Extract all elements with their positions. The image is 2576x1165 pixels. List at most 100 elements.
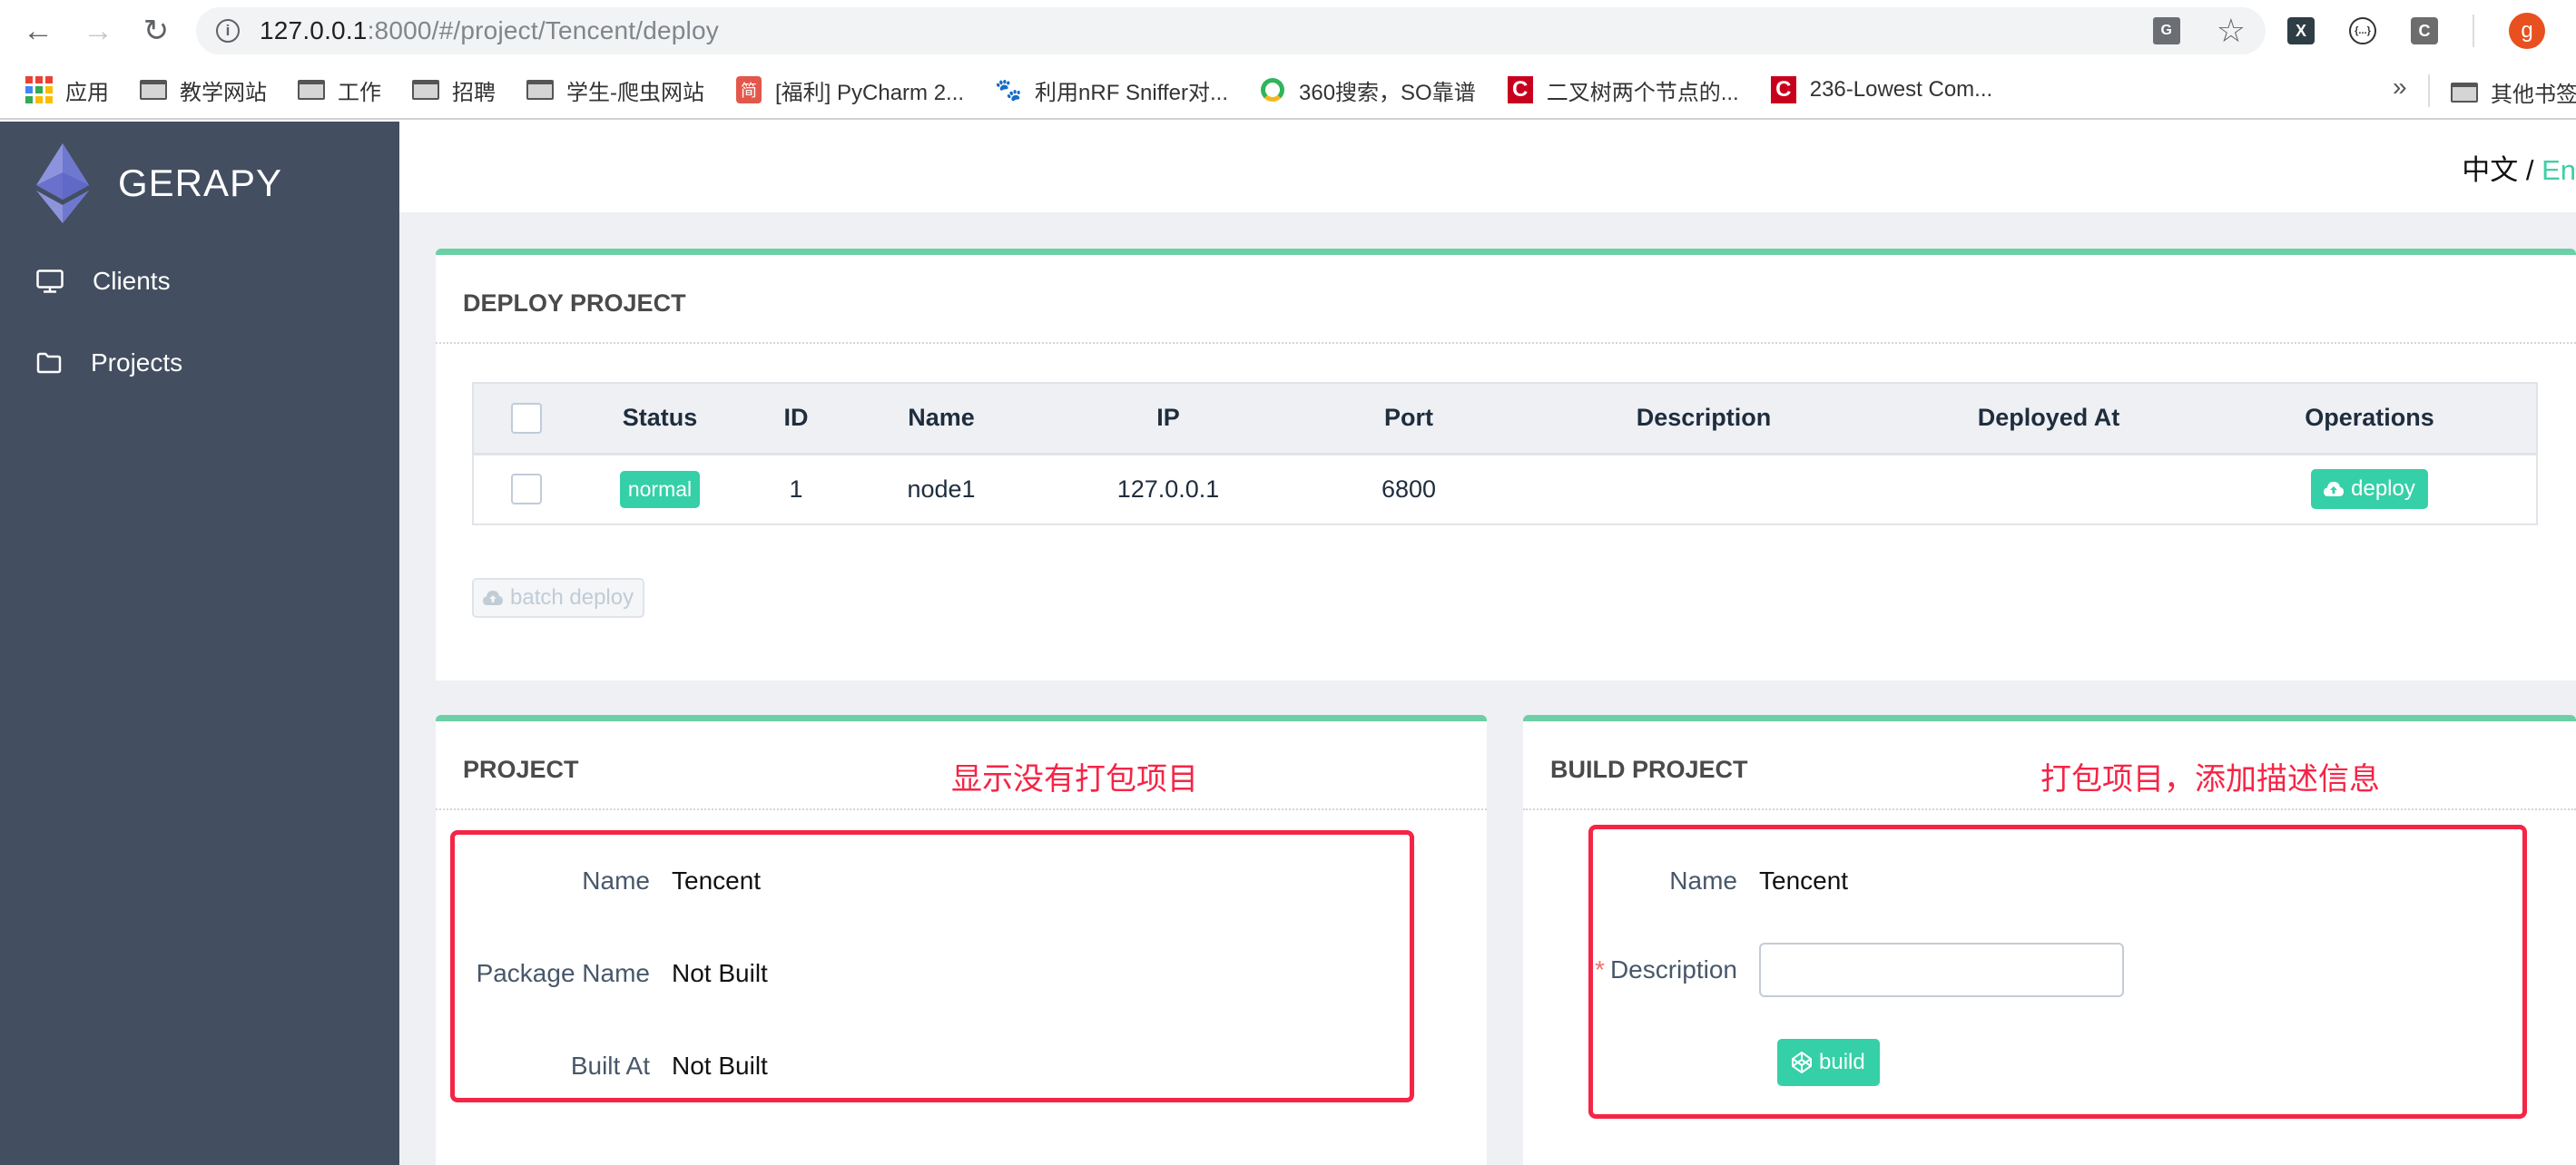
- bookmark-link[interactable]: 🐾 利用nRF Sniffer对...: [995, 74, 1228, 106]
- row-select-cell: [473, 454, 578, 524]
- project-name-row: Name Tencent: [582, 866, 762, 895]
- divider: [436, 808, 1487, 810]
- nodes-table: Status ID Name IP Port Description Deplo…: [472, 382, 2538, 525]
- other-bookmarks[interactable]: 其他书签: [2451, 76, 2576, 108]
- lang-zh-link[interactable]: 中文: [2462, 154, 2518, 186]
- bookmarks-bar: 应用 教学网站 工作 招聘 学生-爬虫网站 简 [福利] PyCharm 2...…: [0, 62, 2576, 120]
- table-header-row: Status ID Name IP Port Description Deplo…: [473, 383, 2537, 455]
- build-button[interactable]: build: [1777, 1039, 1880, 1086]
- reload-button[interactable]: ↻: [138, 13, 174, 49]
- column-header[interactable]: Name: [850, 383, 1032, 455]
- id-cell: 1: [789, 475, 803, 503]
- annotation-text: 显示没有打包项目: [951, 762, 1198, 797]
- build-project-card: BUILD PROJECT 打包项目，添加描述信息 Name Tencent *…: [1523, 715, 2576, 1165]
- description-input[interactable]: [1759, 943, 2124, 997]
- bookmark-link[interactable]: 简 [福利] PyCharm 2...: [735, 74, 964, 106]
- folder-icon: [298, 78, 325, 102]
- logo-text: GERAPY: [118, 162, 283, 204]
- csdn-icon: C: [1507, 76, 1534, 103]
- status-cell: normal: [578, 454, 742, 524]
- ethereum-logo-icon: [36, 143, 89, 223]
- bookmark-link[interactable]: C 236-Lowest Com...: [1770, 76, 1992, 103]
- bookmark-star-icon[interactable]: ☆: [2217, 15, 2246, 47]
- sidebar: GERAPY Clients Projects: [0, 122, 399, 1165]
- monitor-icon: [36, 269, 64, 293]
- select-all-cell: [473, 383, 578, 455]
- bookmark-folder[interactable]: 教学网站: [140, 74, 267, 106]
- column-header[interactable]: Deployed At: [1894, 383, 2203, 455]
- build-name-row: Name Tencent: [1669, 866, 1849, 895]
- port-cell: 6800: [1381, 475, 1437, 503]
- column-header[interactable]: Operations: [2203, 383, 2537, 455]
- status-badge: normal: [619, 470, 701, 508]
- bookmark-folder[interactable]: 招聘: [412, 74, 496, 106]
- column-header[interactable]: Status: [578, 383, 742, 455]
- card-title: BUILD PROJECT: [1550, 756, 1748, 783]
- extension-x-icon[interactable]: X: [2287, 17, 2315, 44]
- translate-icon[interactable]: G: [2152, 17, 2180, 44]
- folder-icon: [140, 78, 167, 102]
- card-title: PROJECT: [463, 756, 579, 783]
- deployed-at-cell: [1894, 454, 2203, 524]
- column-header[interactable]: Description: [1513, 383, 1894, 455]
- logo[interactable]: GERAPY: [36, 143, 282, 223]
- bookmark-apps[interactable]: 应用: [25, 74, 109, 106]
- csdn-icon: C: [1770, 76, 1797, 103]
- 360-search-icon: [1259, 78, 1286, 102]
- select-all-checkbox[interactable]: [510, 402, 542, 434]
- ip-cell: 127.0.0.1: [1116, 475, 1220, 503]
- name-cell: node1: [907, 475, 976, 503]
- folder-icon: [526, 78, 554, 102]
- jian-icon: 简: [735, 76, 762, 103]
- bookmark-folder[interactable]: 工作: [298, 74, 381, 106]
- row-checkbox[interactable]: [510, 474, 542, 505]
- column-header[interactable]: IP: [1032, 383, 1304, 455]
- extension-json-icon[interactable]: {...}: [2349, 17, 2376, 44]
- back-button[interactable]: ←: [20, 13, 56, 49]
- bookmark-link[interactable]: 360搜索，SO靠谱: [1259, 74, 1476, 106]
- forward-button[interactable]: →: [80, 13, 116, 49]
- annotation-text: 打包项目，添加描述信息: [2040, 762, 2380, 797]
- divider: [436, 342, 2576, 344]
- build-button-wrapper: build: [1777, 1039, 1880, 1086]
- bookmarks-divider: [2428, 74, 2430, 107]
- batch-deploy-button[interactable]: batch deploy: [472, 578, 645, 618]
- apps-grid-icon: [25, 76, 53, 103]
- bookmark-folder[interactable]: 学生-爬虫网站: [526, 74, 704, 106]
- deploy-button[interactable]: deploy: [2311, 469, 2428, 510]
- package-name-row: Package Name Not Built: [476, 959, 768, 987]
- top-bar: 中文 / En: [399, 122, 2576, 212]
- description-cell: [1513, 454, 1894, 524]
- codepen-cube-icon: [1792, 1052, 1812, 1073]
- batch-deploy-wrapper: batch deploy: [472, 578, 645, 618]
- folder-icon: [412, 78, 439, 102]
- sidebar-item-projects[interactable]: Projects: [36, 348, 182, 377]
- description-row: * Description: [1523, 943, 2124, 997]
- project-card: PROJECT 显示没有打包项目 Name Tencent Package Na…: [436, 715, 1487, 1165]
- operations-cell: deploy: [2203, 454, 2537, 524]
- more-bookmarks-button[interactable]: »: [2393, 73, 2407, 102]
- main-content: 中文 / En DEPLOY PROJECT Status ID Name IP…: [399, 122, 2576, 1165]
- baidu-paw-icon: 🐾: [995, 77, 1022, 103]
- bookmark-link[interactable]: C 二叉树两个节点的...: [1507, 74, 1739, 106]
- browser-menu-icon[interactable]: ⋮: [2571, 13, 2576, 49]
- lang-en-link[interactable]: En: [2542, 154, 2576, 186]
- divider: [1523, 808, 2576, 810]
- sidebar-item-clients[interactable]: Clients: [36, 267, 171, 296]
- column-header[interactable]: Port: [1304, 383, 1513, 455]
- cloud-upload-icon: [2324, 482, 2345, 497]
- card-title: DEPLOY PROJECT: [463, 289, 686, 317]
- built-at-row: Built At Not Built: [570, 1052, 768, 1080]
- site-info-icon[interactable]: i: [216, 19, 240, 43]
- language-switch: 中文 / En: [2462, 154, 2576, 186]
- folder-icon: [2451, 82, 2478, 103]
- table-row: normal 1 node1 127.0.0.1 6800 deploy: [473, 454, 2537, 524]
- deploy-project-card: DEPLOY PROJECT Status ID Name IP Port De…: [436, 249, 2576, 680]
- column-header[interactable]: ID: [742, 383, 850, 455]
- profile-avatar[interactable]: g: [2509, 13, 2545, 49]
- extension-c-icon[interactable]: C: [2411, 17, 2438, 44]
- browser-toolbar: ← → ↻ i 127.0.0.1:8000/#/project/Tencent…: [0, 0, 2576, 62]
- folder-icon: [36, 352, 62, 374]
- address-bar[interactable]: i 127.0.0.1:8000/#/project/Tencent/deplo…: [196, 7, 2266, 54]
- url-text[interactable]: 127.0.0.1:8000/#/project/Tencent/deploy: [260, 16, 719, 45]
